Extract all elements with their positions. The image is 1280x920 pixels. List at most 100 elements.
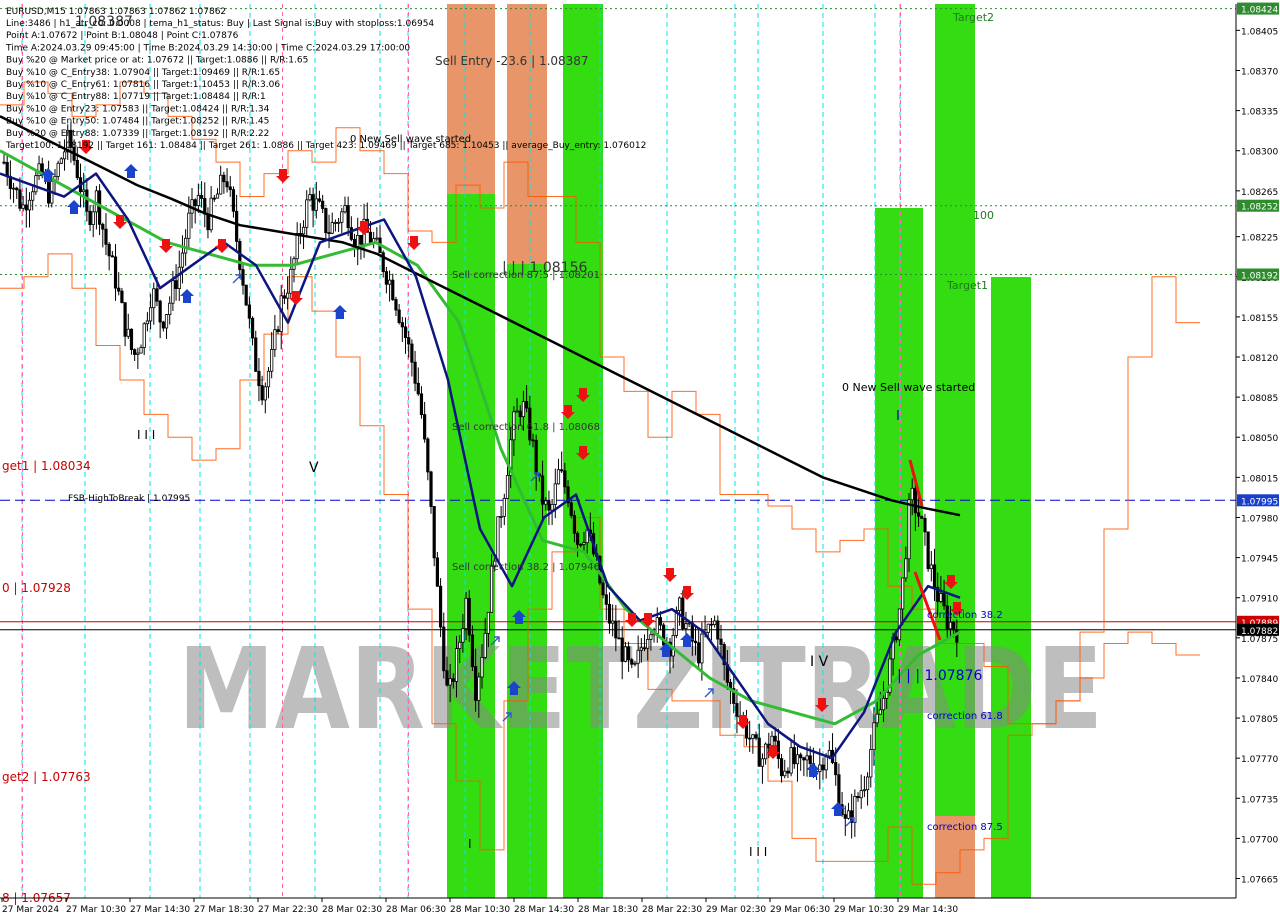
candle-body — [317, 198, 322, 202]
left-target2-label: get2 | 1.07763 — [2, 770, 91, 784]
candle-body — [802, 757, 806, 761]
candle-body — [196, 195, 200, 207]
wave-iv-label: I V — [810, 654, 829, 670]
time-tick-label: 28 Mar 10:30 — [450, 905, 510, 915]
candle-body — [241, 269, 245, 286]
level-tag-label: 1.07995 — [1241, 497, 1278, 507]
candle-body — [713, 620, 717, 626]
sell-correction-382: Sell correction 38.2 | 1.07946 — [452, 562, 600, 573]
candle-body — [129, 328, 134, 350]
candle-body — [496, 516, 500, 562]
green-band-2 — [507, 264, 547, 898]
candle-body — [799, 754, 803, 759]
candle-body — [327, 232, 331, 235]
candle-body — [454, 648, 459, 682]
candle-body — [948, 621, 953, 630]
candle-body — [145, 320, 149, 325]
level-tag-label: 1.08192 — [1241, 271, 1278, 281]
green-band-4 — [875, 208, 923, 898]
candle-body — [254, 337, 258, 372]
candle-body — [231, 189, 236, 212]
candle-body — [534, 439, 538, 475]
candle-body — [346, 205, 350, 229]
candle-body — [282, 295, 287, 299]
candle-body — [483, 632, 487, 658]
candle-body — [789, 747, 793, 774]
candle-body — [569, 502, 573, 517]
candle-body — [636, 649, 640, 664]
price-chart[interactable]: MARKETZITRADE Sell Entry -23.6 | 1.08387… — [0, 0, 1280, 920]
candle-body — [21, 204, 25, 209]
candle-body — [932, 564, 937, 588]
candle-body — [340, 211, 344, 223]
candle-body — [301, 226, 306, 235]
time-tick-label: 28 Mar 06:30 — [386, 905, 446, 915]
candle-body — [735, 703, 739, 717]
price-tick-label: 1.07945 — [1241, 555, 1278, 565]
candle-body — [314, 198, 318, 211]
price-tick-label: 1.08370 — [1241, 67, 1278, 77]
candle-body — [856, 795, 860, 799]
candle-body — [180, 252, 185, 268]
candle-body — [620, 637, 624, 662]
candle-body — [646, 638, 650, 649]
candle-body — [904, 558, 908, 579]
candle-body — [869, 749, 873, 778]
candle-body — [467, 597, 471, 636]
candle-body — [525, 401, 529, 409]
candle-body — [24, 204, 28, 211]
candle-body — [215, 193, 220, 199]
candle-body — [824, 755, 828, 771]
candle-body — [148, 307, 153, 322]
candle-body — [375, 237, 379, 240]
info-line: Line:3486 | h1_atr_c0: 0.0008 | tema_h1_… — [6, 19, 434, 29]
candle-body — [222, 174, 226, 183]
candle-body — [604, 594, 608, 605]
time-tick-label: 27 Mar 22:30 — [258, 905, 318, 915]
candle-body — [821, 764, 825, 771]
candle-body — [716, 620, 720, 640]
time-tick-label: 28 Mar 14:30 — [514, 905, 574, 915]
candle-body — [397, 309, 401, 324]
info-line: Time A:2024.03.29 09:45:00 | Time B:2024… — [5, 43, 410, 53]
candle-body — [901, 577, 905, 610]
candle-body — [152, 288, 156, 309]
info-line: Point A:1.07672 | Point B:1.08048 | Poin… — [6, 31, 239, 41]
price-tick-label: 1.08120 — [1241, 354, 1278, 364]
candle-body — [184, 237, 188, 254]
candle-body — [82, 189, 86, 193]
candle-body — [875, 713, 879, 724]
candle-body — [27, 199, 32, 211]
candle-body — [257, 370, 261, 387]
candle-body — [448, 678, 452, 686]
candle-body — [260, 385, 264, 401]
candle-body — [126, 328, 130, 337]
candle-body — [171, 280, 175, 304]
candle-body — [270, 349, 274, 372]
candle-body — [423, 414, 427, 440]
watermark: MARKETZITRADE — [178, 625, 1103, 755]
candle-body — [563, 470, 567, 488]
candle-body — [18, 189, 22, 209]
info-line: Buy %10 @ C_Entry38: 1.07904 || Target:1… — [6, 68, 280, 78]
candle-body — [639, 647, 643, 651]
price-tick-label: 1.07805 — [1241, 715, 1278, 725]
time-tick-label: 27 Mar 2024 — [2, 905, 59, 915]
candle-body — [502, 498, 506, 517]
candle-body — [531, 439, 535, 442]
candle-body — [859, 790, 863, 799]
candle-body — [164, 314, 169, 329]
info-line: Buy %10 @ C_Entry61: 1.07816 || Target:1… — [6, 80, 280, 90]
candle-body — [34, 175, 38, 193]
candle-body — [773, 735, 777, 742]
candle-body — [458, 641, 462, 650]
time-tick-label: 27 Mar 18:30 — [194, 905, 254, 915]
candle-body — [91, 211, 95, 225]
candle-body — [161, 321, 165, 329]
time-tick-label: 27 Mar 10:30 — [66, 905, 126, 915]
candle-body — [617, 637, 621, 640]
candle-body — [579, 543, 583, 546]
candle-body — [247, 304, 251, 319]
candle-body — [805, 755, 809, 761]
price-tick-label: 1.07910 — [1241, 595, 1278, 605]
